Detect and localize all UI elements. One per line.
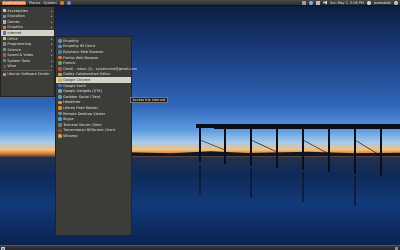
menu-item-gmail-inbox-1-sylvermind-gmail-com[interactable]: Gmail - Inbox (1) - sylvermind@gmail.com [56,66,137,72]
internet-submenu: Empathy Empathy IM Client Epiphany Web Bro… [55,36,137,236]
submenu-arrow-icon: ▸ [50,30,53,35]
games-icon [2,20,6,24]
places-menu[interactable]: Places [29,1,40,5]
remote-desktop-icon [58,111,62,116]
menu-item-label: Skype [63,117,74,122]
submenu-arrow-icon: ▸ [50,36,53,41]
education-icon [2,14,6,19]
user-icon [366,0,371,5]
headlines-icon [58,100,62,105]
submenu-arrow-icon: ▸ [50,25,53,30]
category-label: Games [7,19,20,24]
system-menu[interactable]: System [43,1,56,5]
gwibber-icon [58,94,62,99]
freeciv-icon [58,61,62,65]
submenu-arrow-icon: ▸ [50,19,53,24]
user-name[interactable]: jamesbaik [374,1,391,5]
menu-item-label: Terminal Server Client [63,122,102,127]
chat-status-icon[interactable] [309,0,314,5]
menu-item-label: Epiphany Web Browser [63,49,104,54]
category-label: Office [7,36,18,41]
submenu-arrow-icon: ▸ [50,14,53,19]
submenu-arrow-icon: ▸ [50,58,53,63]
menu-item-winamp[interactable]: Winamp [56,133,131,139]
google-earth-icon [58,83,62,88]
menu-item-label: Winamp [63,133,78,138]
skype-icon [58,117,62,121]
submenu-arrow-icon: ▸ [50,47,53,52]
software-center-icon [2,72,6,77]
science-icon [2,47,6,52]
top-panel: Applications Places System Sun May 2, 5:… [0,0,400,6]
epiphany-icon [58,50,62,54]
menu-item-label: Empathy [63,38,79,43]
clock[interactable]: Sun May 2, 5:08 PM [330,1,364,5]
submenu-arrow-icon: ▸ [50,53,53,58]
mail-icon[interactable] [316,0,321,5]
show-desktop-icon[interactable] [1,246,5,250]
trash-icon[interactable] [394,246,398,250]
empathy-icon [58,39,62,43]
graphics-icon [2,25,6,30]
bottom-panel [0,245,400,250]
chrome-icon [58,78,62,82]
menu-item-label: Google Earth [63,83,86,88]
menu-item-label: Google Gadgets (GTK) [63,89,103,94]
winamp-icon [58,134,62,138]
menu-item-label: Gobby Collaborative Editor [63,72,111,77]
category-wine[interactable]: Wine ▸ [1,63,54,69]
category-label: Internet [7,30,22,35]
menu-item-label: Freeciv [63,61,76,66]
category-label: Sound & Video [7,53,34,58]
power-icon[interactable] [394,0,398,5]
internet-icon [2,31,6,35]
menu-item-label: Remote Desktop Viewer [63,111,106,116]
submenu-arrow-icon: ▸ [50,42,53,47]
category-label: Science [7,47,21,52]
transmission-icon [58,128,62,133]
category-ubuntu-software-center[interactable]: Ubuntu Software Center [1,72,54,78]
menu-item-label: Transmission BitTorrent Client [63,128,115,133]
gobby-icon [58,72,62,77]
accessories-icon [2,9,6,13]
office-icon [2,36,6,41]
category-label: Graphics [7,25,23,30]
applications-categories-menu: Accessories ▸ Education ▸ Games ▸ Graphics ▸ Int… [0,6,55,97]
liferea-icon [58,106,62,110]
menu-item-label: Empathy IM Client [63,44,96,49]
empathy-im-icon [58,44,62,49]
terminal-server-icon [58,122,62,127]
menu-item-label: Gmail - Inbox (1) - sylvermind@gmail.com [63,66,138,71]
wine-icon [2,64,6,68]
category-label: Programming [7,42,31,47]
tooltip: Access the Internet [130,97,168,103]
system-tools-icon [2,59,6,63]
programming-icon [2,42,6,46]
google-gadgets-icon [58,89,62,93]
sound-video-icon [2,53,6,57]
volume-icon[interactable] [323,0,328,5]
submenu-arrow-icon: ▸ [50,8,53,13]
category-label: Wine [7,64,17,69]
category-label: Ubuntu Software Center [7,72,50,77]
category-label: Accessories [7,8,28,13]
gmail-icon [58,66,62,71]
submenu-arrow-icon: ▸ [50,64,53,69]
menu-item-label: Gwibber Social Client [63,94,101,99]
category-label: System Tools [7,58,31,63]
category-label: Education [7,14,25,19]
menu-item-label: Headlines [63,100,81,105]
menu-item-label: Firefox Web Browser [63,55,99,60]
network-icon[interactable] [302,0,307,5]
applications-menu[interactable]: Applications [2,0,26,5]
help-launcher-icon[interactable] [66,0,71,5]
menu-item-label: Google Chrome [63,77,91,82]
firefox-icon [58,55,62,60]
firefox-launcher-icon[interactable] [59,0,64,5]
menu-item-label: Liferea Feed Reader [63,105,99,110]
